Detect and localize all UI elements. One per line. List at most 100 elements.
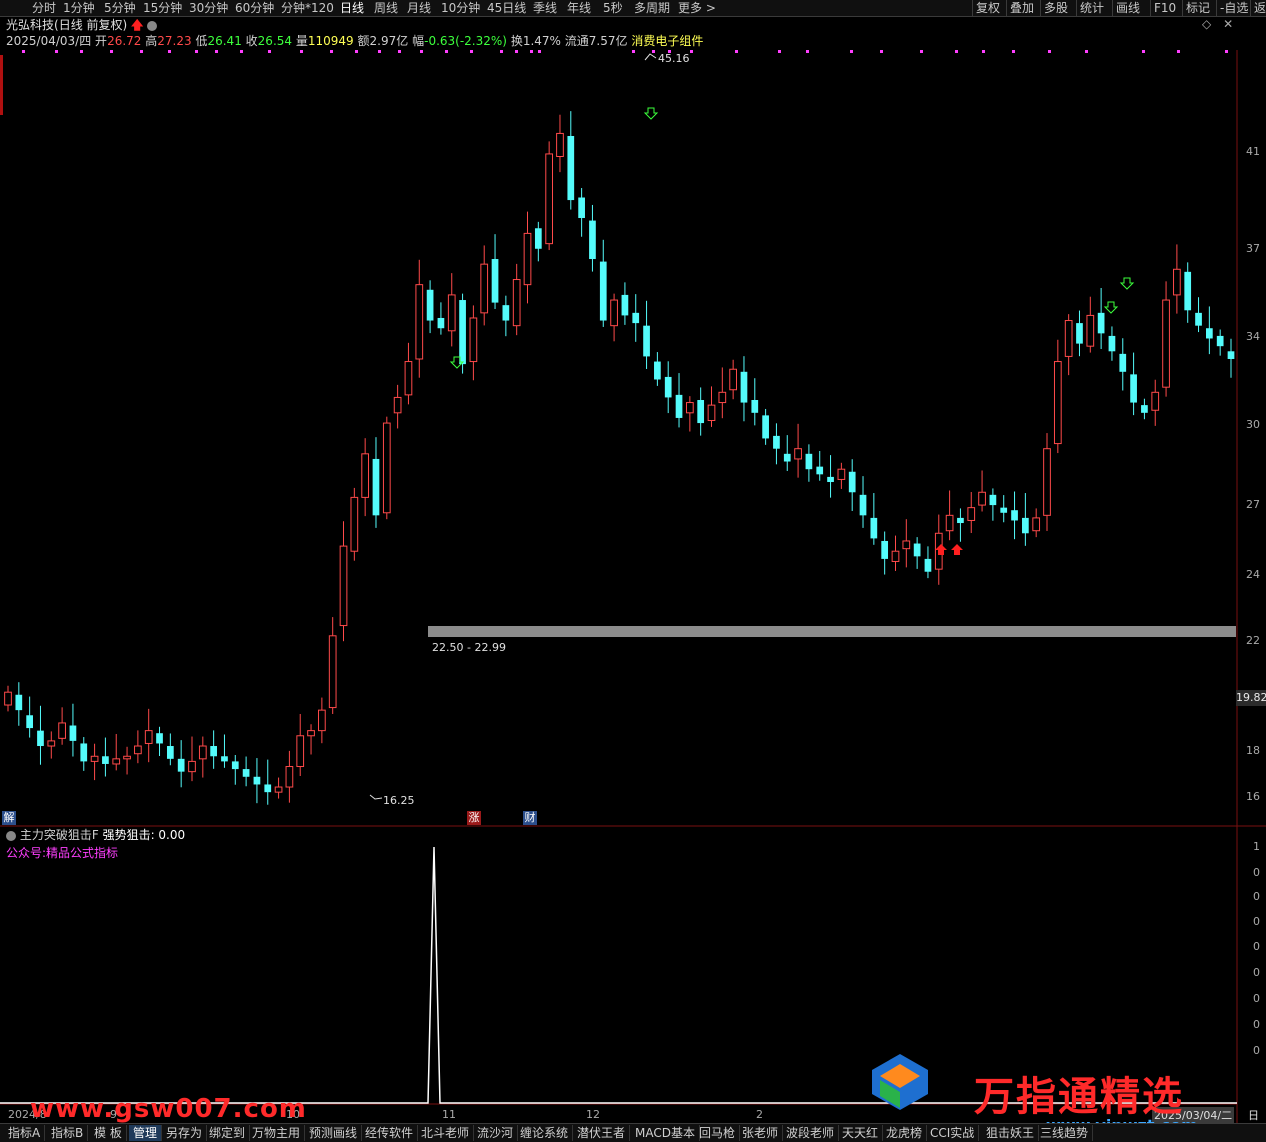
change-value: -0.63(-2.32%) [424, 34, 507, 48]
period-tab-1[interactable]: 1分钟 [63, 0, 95, 16]
period-tab-6[interactable]: 分钟*120 [281, 0, 334, 16]
period-tab-0[interactable]: 分时 [32, 0, 56, 16]
period-tab-13[interactable]: 年线 [567, 0, 591, 16]
period-tab-3[interactable]: 15分钟 [143, 0, 182, 16]
toolbar-right-button-7[interactable]: -自选 [1216, 0, 1251, 16]
indicator-tab-21[interactable]: 三线趋势 [1036, 1125, 1094, 1141]
toolbar-right-button-2[interactable]: 多股 [1040, 0, 1071, 16]
candle-body-up [4, 691, 12, 706]
candle-body-down [1000, 507, 1008, 513]
indicator-tab-18[interactable]: 龙虎榜 [882, 1125, 928, 1141]
indicator-tab-12[interactable]: 潜伏王者 [573, 1125, 631, 1141]
toolbar-right-button-5[interactable]: F10 [1150, 0, 1179, 16]
indicator-tab-2[interactable]: 模 板 [90, 1125, 127, 1141]
period-tab-16[interactable]: 更多 > [678, 0, 716, 16]
period-tab-11[interactable]: 45日线 [487, 0, 526, 16]
candle-body-down [1097, 312, 1105, 334]
marker-unlock[interactable]: 解 [2, 811, 16, 825]
window-controls: ◇ ✕ [1202, 17, 1233, 31]
candle-body-up [1151, 391, 1160, 411]
indicator-tab-10[interactable]: 流沙河 [473, 1125, 519, 1141]
candle-body-up [729, 368, 737, 391]
indicator-tab-16[interactable]: 波段老师 [782, 1125, 840, 1141]
high-value: 27.23 [157, 34, 192, 48]
indicator-tab-4[interactable]: 另存为 [162, 1125, 208, 1141]
candle-body-up [393, 396, 402, 414]
candle-body-up [902, 540, 911, 550]
sector-label[interactable]: 消费电子组件 [631, 34, 703, 48]
candle-body-down [773, 435, 780, 449]
candle-body-up [718, 391, 727, 404]
period-tab-14[interactable]: 5秒 [603, 0, 623, 16]
candle-body-up [1162, 299, 1170, 388]
toolbar-right-button-1[interactable]: 叠加 [1006, 0, 1037, 16]
indicator-tab-3[interactable]: 管理 [129, 1125, 163, 1141]
toolbar-right-button-6[interactable]: 标记 [1182, 0, 1213, 16]
signal-dot [735, 50, 738, 53]
indicator-tab-5[interactable]: 绑定到 [205, 1125, 251, 1141]
indicator-tab-1[interactable]: 指标B [47, 1125, 89, 1141]
period-tab-9[interactable]: 月线 [407, 0, 431, 16]
indicator-tab-0[interactable]: 指标A [4, 1125, 46, 1141]
indicator-tab-15[interactable]: 张老师 [738, 1125, 784, 1141]
indicator-tab-8[interactable]: 经传软件 [361, 1125, 419, 1141]
period-tab-8[interactable]: 周线 [374, 0, 398, 16]
signal-dot [55, 50, 58, 53]
indicator-tab-13[interactable]: MACD基本 [631, 1125, 700, 1141]
candle-body-up [945, 514, 954, 532]
indicator-tab-19[interactable]: CCI实战 [926, 1125, 980, 1141]
toolbar-right-button-3[interactable]: 统计 [1076, 0, 1107, 16]
period-tab-7[interactable]: 日线 [340, 0, 364, 16]
signal-dot [470, 50, 473, 53]
candle-body-up [1173, 268, 1181, 296]
float-cap-value: 7.57亿 [588, 34, 628, 48]
marker-finance[interactable]: 财 [523, 811, 537, 825]
toolbar-right-button-0[interactable]: 复权 [972, 0, 1003, 16]
indicator-name[interactable]: 主力突破狙击F [20, 828, 99, 842]
indicator-tab-14[interactable]: 回马枪 [695, 1125, 741, 1141]
dropdown-circle-icon[interactable] [6, 830, 16, 841]
indicator-tick: 0 [1253, 966, 1260, 979]
diamond-icon[interactable]: ◇ [1202, 17, 1211, 31]
indicator-tab-9[interactable]: 北斗老师 [417, 1125, 475, 1141]
toolbar-right-button-8[interactable]: 返 [1250, 0, 1266, 16]
period-tab-2[interactable]: 5分钟 [104, 0, 136, 16]
indicator-tab-11[interactable]: 缠论系统 [516, 1125, 574, 1141]
indicator-tab-20[interactable]: 狙击妖王 [982, 1125, 1040, 1141]
kline-chart[interactable] [0, 50, 1266, 1123]
candle-body-down [643, 325, 650, 357]
candle-body-up [837, 468, 846, 480]
amount-label: 额 [357, 34, 370, 48]
indicator-tab-7[interactable]: 预测画线 [305, 1125, 363, 1141]
period-tab-4[interactable]: 30分钟 [189, 0, 228, 16]
signal-dot [110, 50, 113, 53]
candle-body-up [512, 279, 521, 327]
close-icon[interactable]: ✕ [1223, 17, 1233, 31]
indicator-tick: 0 [1253, 940, 1260, 953]
period-tab-10[interactable]: 10分钟 [441, 0, 480, 16]
close-label: 收 [245, 34, 258, 48]
quote-date: 2025/04/03/四 [6, 34, 92, 48]
candle-body-down [242, 769, 250, 777]
date-tick: 11 [442, 1108, 456, 1121]
price-tick: 16 [1246, 790, 1260, 803]
period-tab-15[interactable]: 多周期 [634, 0, 670, 16]
candle-body-down [1076, 323, 1083, 344]
period-tab-12[interactable]: 季线 [533, 0, 557, 16]
toolbar-right-button-4[interactable]: 画线 [1112, 0, 1143, 16]
indicator-tab-6[interactable]: 万物主用 [248, 1125, 306, 1141]
dropdown-circle-icon[interactable] [147, 20, 158, 31]
signal-dot [300, 50, 303, 53]
marker-limit-up[interactable]: 涨 [467, 811, 481, 825]
signal-dot [632, 50, 635, 53]
buy-arrow-icon [951, 544, 963, 555]
indicator-tab-17[interactable]: 天天红 [838, 1125, 884, 1141]
stock-name[interactable]: 光弘科技 [6, 18, 54, 32]
candle-body-down [1022, 517, 1029, 534]
candle-body-up [480, 263, 489, 314]
period-tab-5[interactable]: 60分钟 [235, 0, 274, 16]
signal-dot [515, 50, 518, 53]
candle-body-down [177, 758, 185, 772]
candle-body-down [1216, 335, 1224, 347]
indicator-header: 主力突破狙击F 强势狙击: 0.00 [6, 828, 185, 842]
